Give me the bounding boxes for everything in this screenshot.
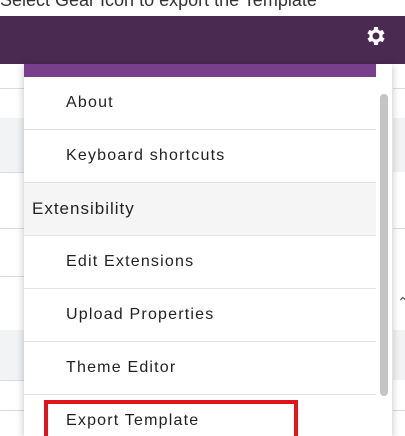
settings-button[interactable] <box>361 24 389 52</box>
menu-item-label: Theme Editor <box>66 359 177 376</box>
instruction-caption: Select Gear Icon to export the Template <box>0 0 317 10</box>
menu-item-theme-editor[interactable]: Theme Editor <box>24 342 376 395</box>
dropdown-accent-bar <box>24 64 376 77</box>
menu-item-label: Upload Properties <box>66 306 215 323</box>
background-row <box>393 118 405 172</box>
background-divider <box>0 228 24 229</box>
settings-dropdown: About Keyboard shortcuts Extensibility E… <box>24 64 392 436</box>
menu-item-label: Edit Extensions <box>66 253 195 270</box>
settings-menu: About Keyboard shortcuts Extensibility E… <box>24 77 376 436</box>
background-divider <box>393 88 405 89</box>
instruction-caption-clip: Select Gear Icon to export the Template <box>0 0 405 16</box>
background-row <box>0 118 24 172</box>
background-divider <box>393 410 405 411</box>
section-heading: Extensibility <box>32 199 135 218</box>
background-divider <box>0 410 24 411</box>
menu-item-about[interactable]: About <box>24 77 376 130</box>
scrollbar-thumb[interactable] <box>380 94 388 396</box>
menu-section-extensibility: Extensibility <box>24 183 376 236</box>
background-row <box>0 330 24 380</box>
background-divider <box>0 276 24 277</box>
menu-item-upload-properties[interactable]: Upload Properties <box>24 289 376 342</box>
menu-item-label: Keyboard shortcuts <box>66 147 226 164</box>
app-header <box>0 16 405 64</box>
dropdown-scrollbar[interactable] <box>376 64 392 436</box>
highlight-annotation <box>44 400 298 436</box>
stepper-icon[interactable]: ⌃ <box>397 292 405 312</box>
background-row <box>393 330 405 380</box>
menu-item-export-template[interactable]: Export Template <box>24 395 376 436</box>
background-divider <box>0 172 24 173</box>
menu-item-edit-extensions[interactable]: Edit Extensions <box>24 236 376 289</box>
background-divider <box>393 228 405 229</box>
menu-item-keyboard-shortcuts[interactable]: Keyboard shortcuts <box>24 130 376 183</box>
background-divider <box>0 88 24 89</box>
gear-icon <box>363 24 387 53</box>
menu-item-label: About <box>66 94 114 111</box>
background-divider <box>0 380 24 381</box>
